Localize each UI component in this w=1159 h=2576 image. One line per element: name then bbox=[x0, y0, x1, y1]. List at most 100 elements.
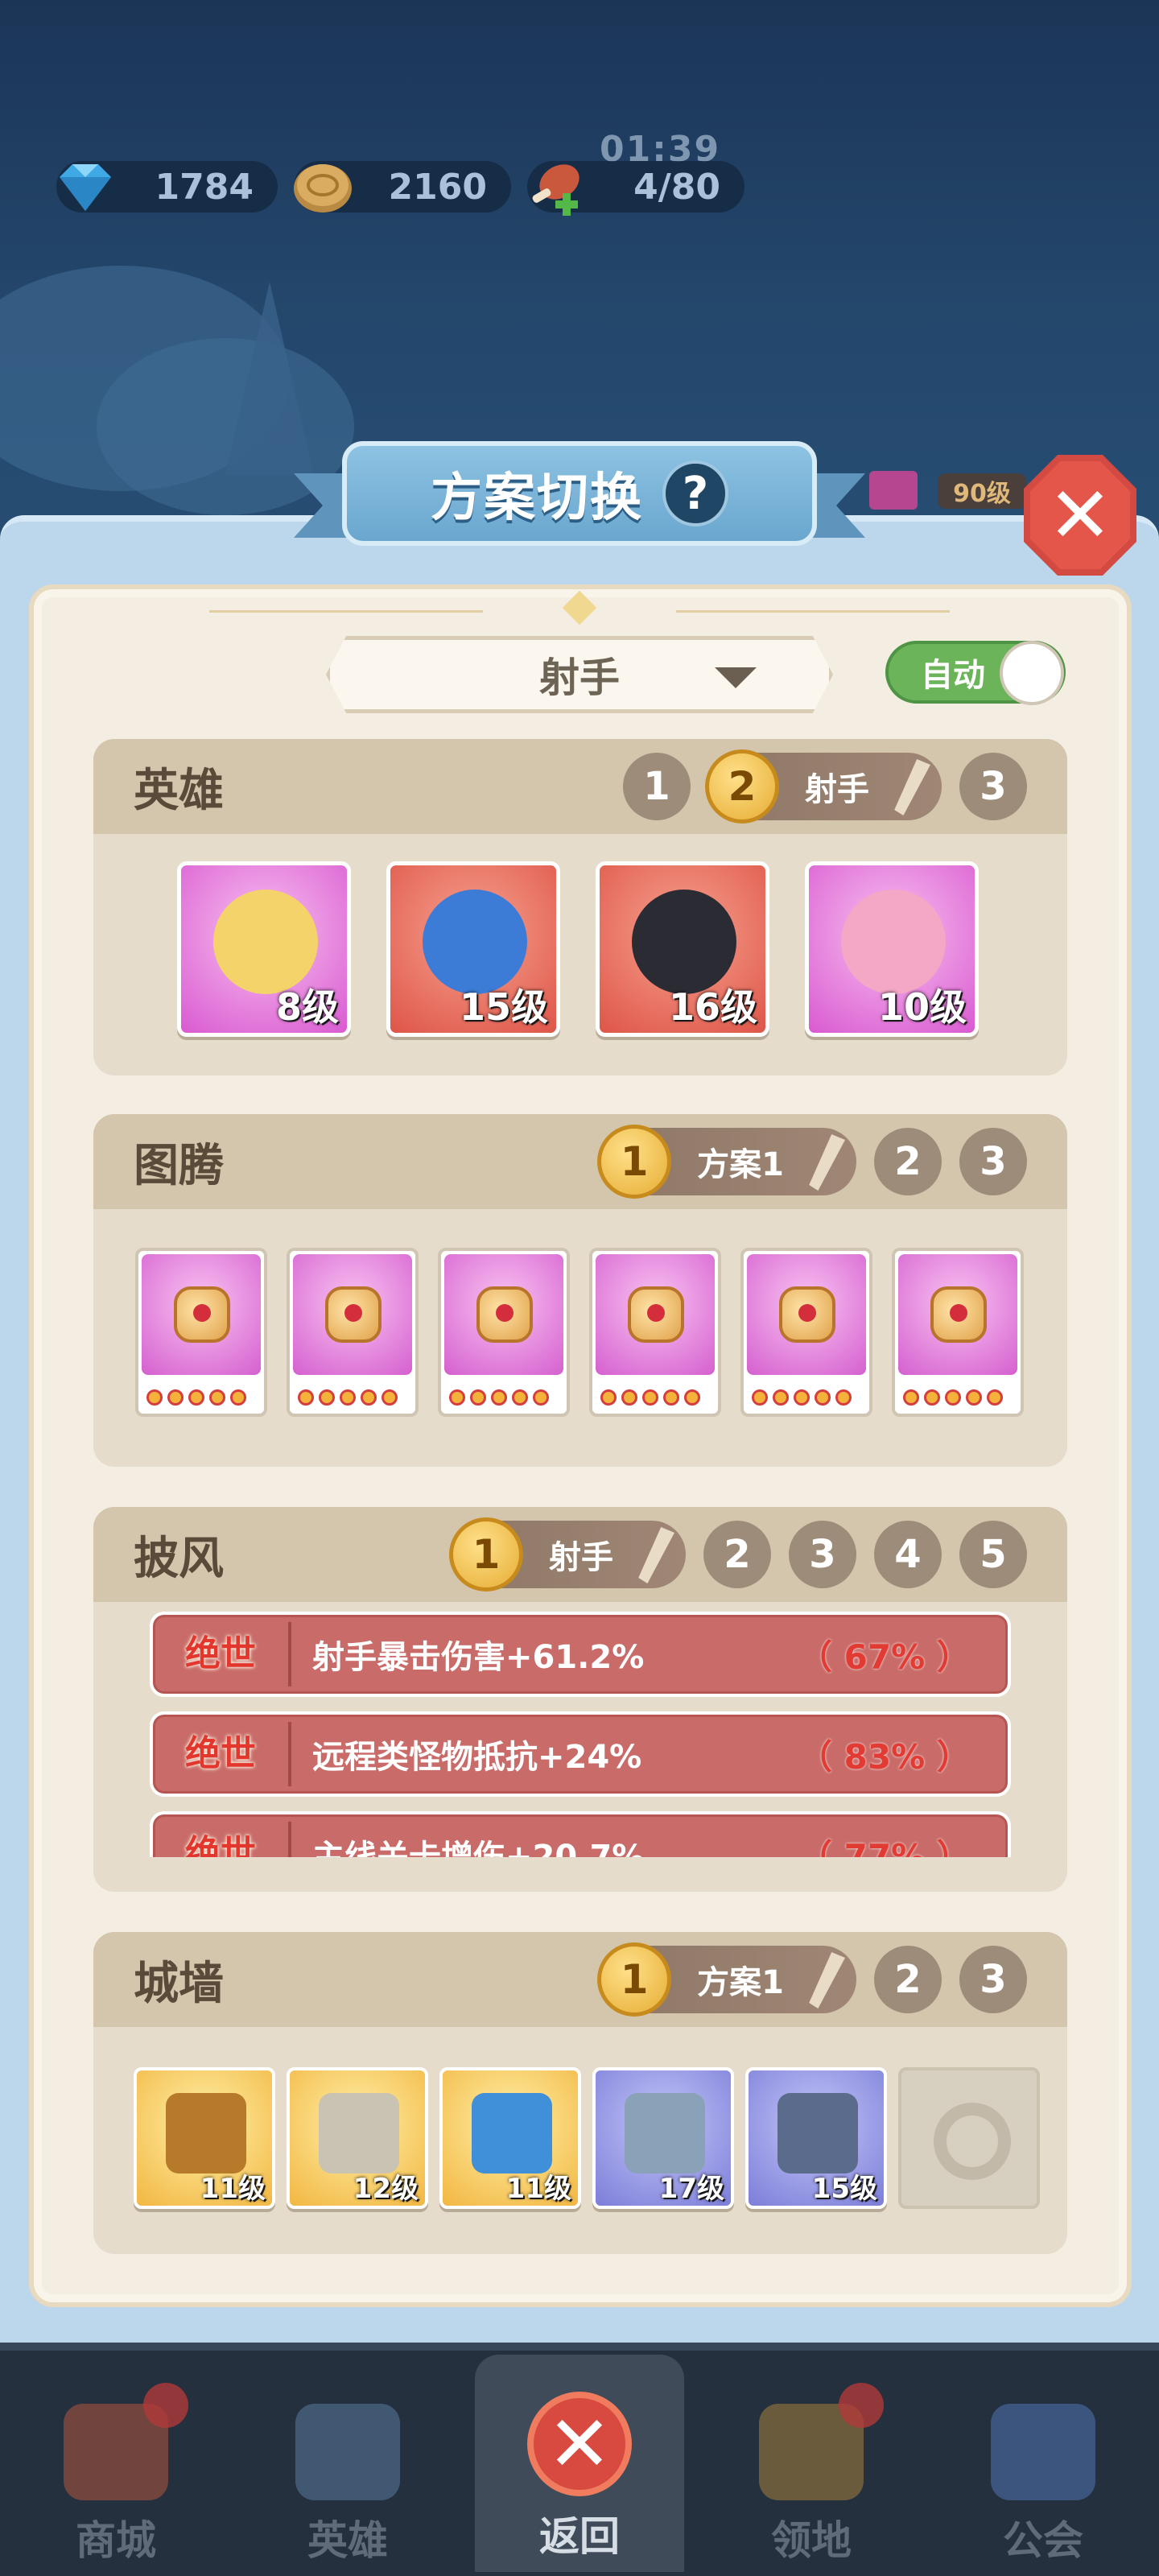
preset-tab-4[interactable]: 4 bbox=[874, 1521, 942, 1588]
rename-feather-icon[interactable] bbox=[638, 1527, 674, 1583]
wall-card[interactable] bbox=[898, 2067, 1040, 2209]
star-icon bbox=[966, 1389, 982, 1406]
totem-stars bbox=[449, 1389, 549, 1406]
totem-card[interactable] bbox=[892, 1248, 1024, 1417]
rename-feather-icon[interactable] bbox=[894, 759, 930, 815]
stat-grade: 绝世 bbox=[153, 1722, 291, 1786]
hero-card[interactable]: 10级 bbox=[805, 861, 979, 1037]
help-icon[interactable]: ? bbox=[662, 460, 728, 526]
hero-card[interactable]: 15级 bbox=[386, 861, 560, 1037]
totem-ring-icon bbox=[293, 1254, 412, 1375]
preset-tab-2[interactable]: 2 bbox=[874, 1946, 942, 2013]
star-icon bbox=[188, 1389, 204, 1406]
bottom-navigation: 商城 英雄 ✕ 返回 领地 公会 bbox=[0, 2343, 1159, 2576]
preset-tab-5[interactable]: 5 bbox=[959, 1521, 1027, 1588]
hero-card[interactable]: 8级 bbox=[177, 861, 351, 1037]
cape-stat-row: 绝世 远程类怪物抵抗+24% （ 83% ） bbox=[150, 1711, 1011, 1797]
wall-card[interactable]: 17级 bbox=[592, 2067, 734, 2209]
preset-tab-3[interactable]: 3 bbox=[959, 1128, 1027, 1195]
star-icon bbox=[752, 1389, 768, 1406]
wall-card[interactable]: 11级 bbox=[439, 2067, 581, 2209]
cape-stat-list[interactable]: 绝世 射手暴击伤害+61.2% （ 67% ） 绝世 远程类怪物抵抗+24% （ 83% … bbox=[150, 1612, 1011, 1857]
close-dialog-button[interactable]: ✕ bbox=[1024, 455, 1136, 576]
totem-gem bbox=[930, 1286, 987, 1343]
star-icon bbox=[319, 1389, 335, 1406]
hero-card[interactable]: 16级 bbox=[596, 861, 769, 1037]
preset-tab-2[interactable]: 2 bbox=[874, 1128, 942, 1195]
star-icon bbox=[512, 1389, 528, 1406]
star-icon bbox=[903, 1389, 919, 1406]
preset-tab-active[interactable]: 1 射手 bbox=[449, 1517, 686, 1591]
totems-preset-tabs: 1 方案1 2 3 bbox=[597, 1125, 1027, 1199]
planet-icon bbox=[991, 2404, 1095, 2500]
preset-tab-name: 方案1 bbox=[697, 1964, 784, 2001]
totem-card[interactable] bbox=[287, 1248, 419, 1417]
preset-tab-1: 1 bbox=[449, 1517, 523, 1591]
stat-grade: 绝世 bbox=[153, 1622, 291, 1686]
star-icon bbox=[835, 1389, 852, 1406]
preset-tab-active[interactable]: 1 方案1 bbox=[597, 1942, 856, 2017]
stamina-counter[interactable]: 4/80 bbox=[527, 161, 744, 216]
totem-gem bbox=[325, 1286, 382, 1343]
meat-icon bbox=[532, 164, 580, 216]
preset-tab-3[interactable]: 3 bbox=[959, 1946, 1027, 2013]
star-icon bbox=[209, 1389, 225, 1406]
totem-card[interactable] bbox=[135, 1248, 267, 1417]
totem-card[interactable] bbox=[438, 1248, 570, 1417]
stat-grade: 绝世 bbox=[153, 1822, 291, 1857]
totem-card[interactable] bbox=[589, 1248, 721, 1417]
nav-item-2[interactable]: ✕ 返回 bbox=[475, 2355, 684, 2572]
stat-percent: （ 67% ） bbox=[798, 1637, 971, 1677]
star-icon bbox=[361, 1389, 377, 1406]
preset-tab-1: 1 bbox=[597, 1942, 672, 2017]
background-banner bbox=[869, 471, 918, 510]
nav-item-4[interactable]: 公会 bbox=[938, 2351, 1148, 2576]
wall-card-list: 11级 12级 11级 17级 15级 bbox=[93, 2027, 1067, 2209]
stat-description: 远程类怪物抵抗+24% bbox=[312, 1739, 642, 1776]
dialog-ornament bbox=[89, 590, 1070, 628]
star-icon bbox=[773, 1389, 789, 1406]
notification-dot bbox=[143, 2383, 188, 2428]
close-icon: ✕ bbox=[527, 2392, 632, 2496]
totem-gem bbox=[174, 1286, 230, 1343]
nav-label: 英雄 bbox=[307, 2517, 388, 2564]
preset-tab-active[interactable]: 1 方案1 bbox=[597, 1125, 856, 1199]
rename-feather-icon[interactable] bbox=[809, 1134, 845, 1191]
totem-stars bbox=[752, 1389, 852, 1406]
totem-card-list bbox=[93, 1209, 1067, 1417]
auto-toggle[interactable]: 自动 bbox=[885, 641, 1066, 705]
nav-item-3[interactable]: 领地 bbox=[707, 2351, 916, 2576]
star-icon bbox=[449, 1389, 465, 1406]
wall-card[interactable]: 15级 bbox=[745, 2067, 887, 2209]
preset-dropdown[interactable]: 射手 bbox=[326, 636, 833, 713]
totem-card[interactable] bbox=[740, 1248, 872, 1417]
nav-label: 商城 bbox=[76, 2517, 156, 2564]
star-icon bbox=[470, 1389, 486, 1406]
preset-tab-3[interactable]: 3 bbox=[789, 1521, 856, 1588]
chevron-down-icon bbox=[715, 667, 757, 688]
locked-gear-icon bbox=[934, 2103, 1011, 2180]
preset-tab-2[interactable]: 2 bbox=[703, 1521, 771, 1588]
totem-boots-icon bbox=[747, 1254, 866, 1375]
nav-item-1[interactable]: 英雄 bbox=[243, 2351, 452, 2576]
preset-tab-3[interactable]: 3 bbox=[959, 753, 1027, 820]
star-icon bbox=[340, 1389, 356, 1406]
coin-counter[interactable]: 2160 bbox=[294, 161, 511, 213]
gem-counter[interactable]: 1784 bbox=[56, 161, 278, 213]
star-icon bbox=[230, 1389, 246, 1406]
rename-feather-icon[interactable] bbox=[809, 1952, 845, 2008]
wall-card[interactable]: 12级 bbox=[287, 2067, 428, 2209]
wall-card[interactable]: 11级 bbox=[134, 2067, 275, 2209]
wall-level: 15级 bbox=[811, 2173, 877, 2205]
walls-preset-tabs: 1 方案1 2 3 bbox=[597, 1942, 1027, 2017]
gem-count: 1784 bbox=[155, 166, 254, 208]
cape-stat-row: 绝世 射手暴击伤害+61.2% （ 67% ） bbox=[150, 1612, 1011, 1697]
hero-level: 15级 bbox=[459, 985, 548, 1029]
gate-icon bbox=[319, 2093, 399, 2174]
preset-tab-active[interactable]: 2 射手 bbox=[705, 749, 942, 824]
preset-tab-1[interactable]: 1 bbox=[623, 753, 691, 820]
stamina-count: 4/80 bbox=[633, 166, 720, 208]
nav-item-0[interactable]: 商城 bbox=[11, 2351, 221, 2576]
wall-level: 11级 bbox=[505, 2173, 571, 2205]
heroes-section: 英雄 1 2 射手 3 8级 15级 16级 10级 bbox=[93, 739, 1067, 1075]
